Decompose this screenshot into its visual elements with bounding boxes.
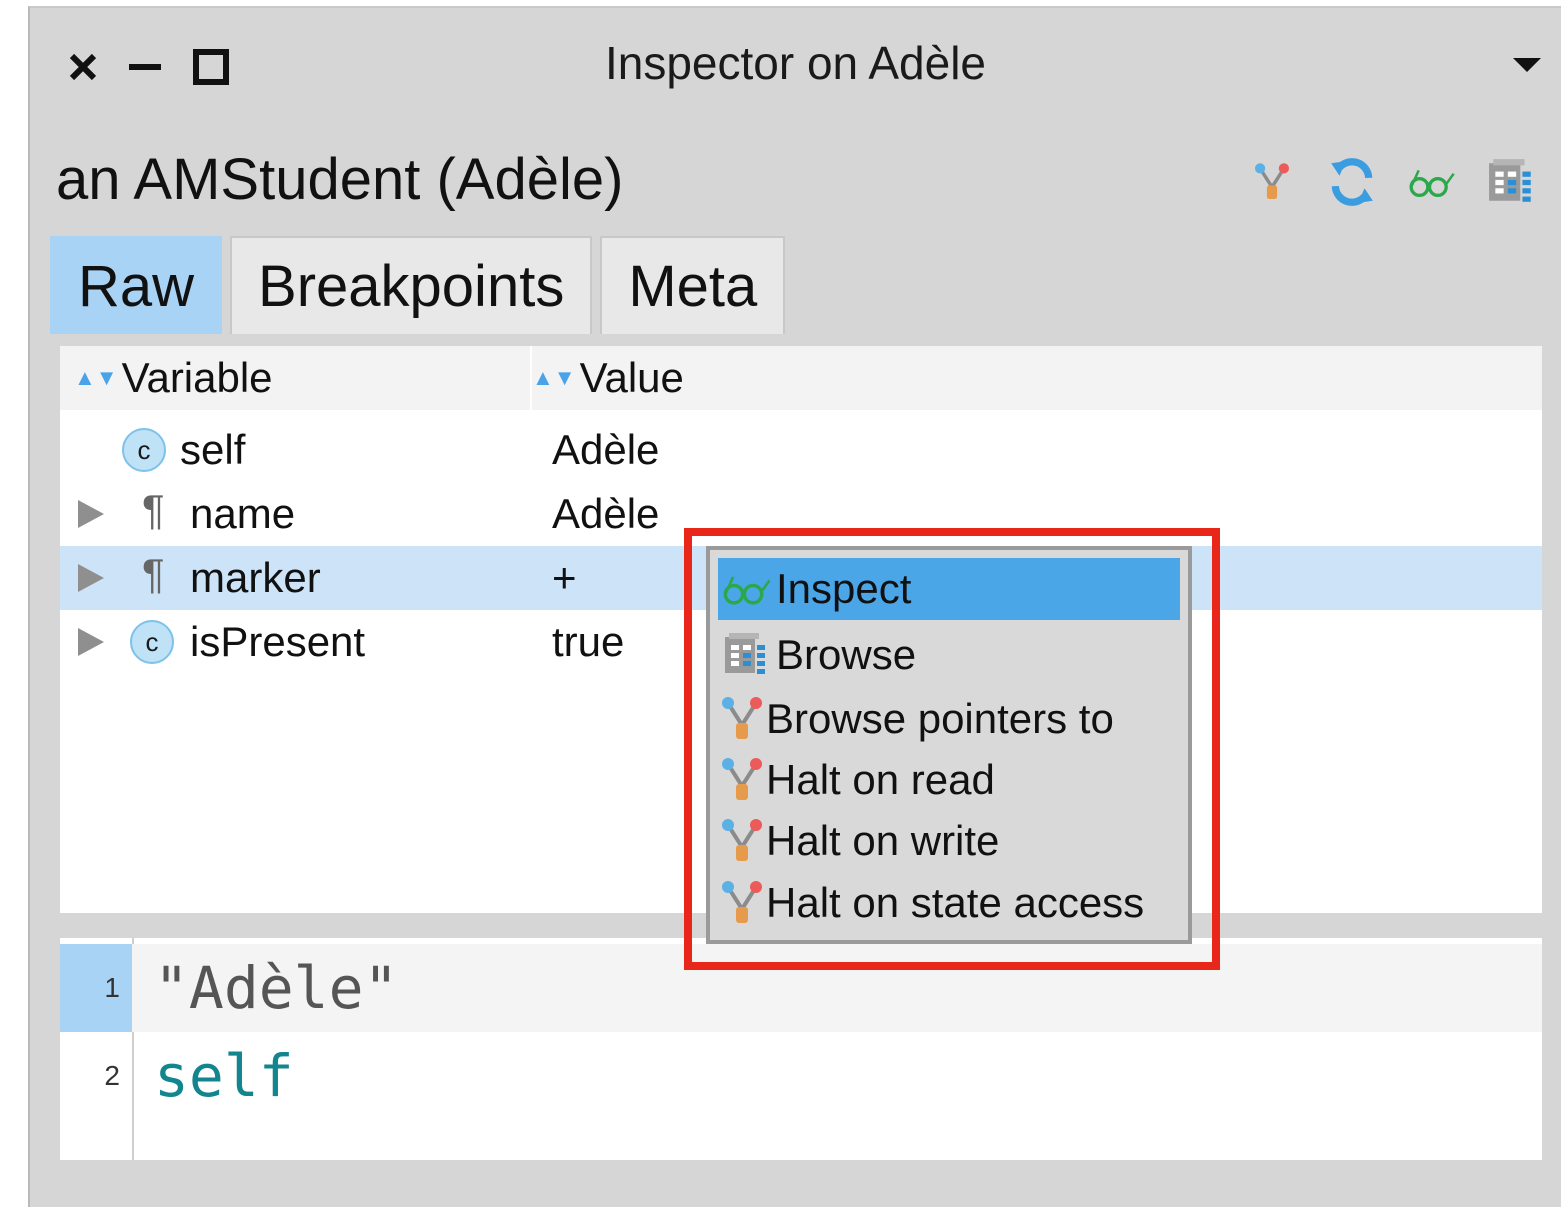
inspector-toolbar xyxy=(1247,154,1537,210)
variable-name: self xyxy=(180,426,246,473)
breakpoint-icon xyxy=(718,752,766,808)
variable-value: + xyxy=(552,554,577,601)
column-header-variable[interactable]: ▲▼ Variable xyxy=(74,346,514,410)
tab-breakpoints[interactable]: Breakpoints xyxy=(230,236,593,334)
menu-item-label: Halt on write xyxy=(766,817,1000,864)
pointers-icon xyxy=(718,691,766,747)
variable-name: marker xyxy=(190,554,321,601)
tab-meta[interactable]: Meta xyxy=(600,236,786,334)
inspect-glasses-icon[interactable] xyxy=(1407,154,1457,210)
column-header-value[interactable]: ▲▼ Value xyxy=(530,346,684,410)
menu-item-halt-on-read[interactable]: Halt on read xyxy=(718,749,1180,811)
variable-value: Adèle xyxy=(552,490,660,537)
line-number: 2 xyxy=(104,1060,120,1091)
menu-item-halt-on-write[interactable]: Halt on write xyxy=(718,810,1180,872)
table-header: ▲▼ Variable ▲▼ Value xyxy=(60,346,1542,410)
column-label: Variable xyxy=(121,354,273,401)
sort-icon: ▲▼ xyxy=(74,365,118,390)
sort-icon: ▲▼ xyxy=(532,365,576,390)
tab-raw[interactable]: Raw xyxy=(50,236,223,334)
variable-value: true xyxy=(552,618,625,665)
expand-triangle-icon[interactable] xyxy=(78,500,104,528)
window-menu-icon[interactable] xyxy=(1513,58,1541,72)
line-number: 1 xyxy=(60,944,132,1032)
class-icon: c xyxy=(130,620,174,664)
menu-item-browse-pointers[interactable]: Browse pointers to xyxy=(718,688,1180,750)
table-row[interactable]: c self Adèle xyxy=(60,418,1542,482)
expand-triangle-icon[interactable] xyxy=(78,628,104,656)
menu-item-label: Halt on state access xyxy=(766,879,1145,926)
column-label: Value xyxy=(579,354,684,401)
pointers-icon[interactable] xyxy=(1247,154,1297,210)
menu-item-browse[interactable]: Browse xyxy=(718,624,1180,686)
title-bar[interactable]: Inspector on Adèle xyxy=(30,8,1561,120)
expand-triangle-icon[interactable] xyxy=(78,564,104,592)
menu-item-halt-on-state-access[interactable]: Halt on state access xyxy=(718,872,1180,934)
variable-value: Adèle xyxy=(552,426,660,473)
refresh-icon[interactable] xyxy=(1327,154,1377,210)
pilcrow-icon: ¶ xyxy=(142,486,165,533)
editor-line[interactable]: 2 self xyxy=(60,1032,1542,1120)
code-text[interactable]: self xyxy=(154,1042,294,1110)
menu-item-inspect[interactable]: Inspect xyxy=(718,558,1180,620)
code-editor[interactable]: 1 "Adèle" 2 self xyxy=(60,938,1542,1160)
code-text[interactable]: "Adèle" xyxy=(154,954,398,1022)
class-icon: c xyxy=(122,428,166,472)
inspector-tabs: Raw Breakpoints Meta xyxy=(50,236,793,334)
inspect-glasses-icon xyxy=(718,561,776,617)
window-title: Inspector on Adèle xyxy=(604,37,987,89)
menu-item-label: Inspect xyxy=(776,565,912,612)
menu-item-label: Browse xyxy=(776,631,917,678)
context-menu: Inspect Browse Browse pointers to Halt o… xyxy=(706,546,1192,944)
pilcrow-icon: ¶ xyxy=(142,550,165,597)
menu-item-label: Browse pointers to xyxy=(766,695,1114,742)
breakpoint-icon xyxy=(718,875,766,931)
variable-name: name xyxy=(190,490,296,537)
browse-icon xyxy=(718,627,776,683)
inspected-object-title: an AMStudent (Adèle) xyxy=(56,147,624,212)
breakpoint-icon xyxy=(718,813,766,869)
browse-icon[interactable] xyxy=(1487,154,1537,210)
menu-item-label: Halt on read xyxy=(766,756,995,803)
variable-name: isPresent xyxy=(190,618,366,665)
